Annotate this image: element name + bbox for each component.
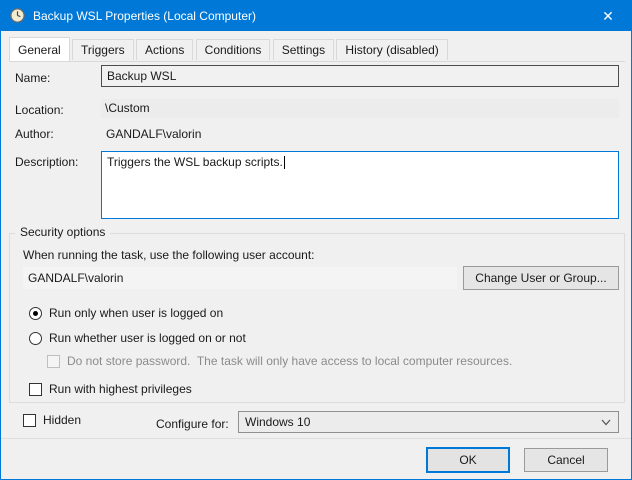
name-input[interactable]: Backup WSL — [101, 65, 619, 87]
radio-run-logged-on[interactable]: Run only when user is logged on — [29, 306, 223, 320]
tab-actions[interactable]: Actions — [136, 39, 193, 60]
tab-general[interactable]: General — [9, 37, 70, 61]
task-scheduler-clock-icon — [10, 8, 25, 23]
checkbox-disabled-icon — [47, 355, 60, 368]
footer-separator — [1, 438, 632, 439]
checkbox-highest-privileges[interactable]: Run with highest privileges — [29, 382, 192, 396]
task-properties-dialog: Backup WSL Properties (Local Computer) ✕… — [0, 0, 632, 480]
ok-button[interactable]: OK — [426, 447, 510, 473]
user-account-field: GANDALF\valorin — [23, 267, 457, 289]
tab-history[interactable]: History (disabled) — [336, 39, 447, 60]
checkbox-hidden[interactable]: Hidden — [23, 413, 81, 427]
checkbox-icon[interactable] — [29, 383, 42, 396]
checkbox-icon[interactable] — [23, 414, 36, 427]
window-title: Backup WSL Properties (Local Computer) — [33, 1, 256, 31]
configure-for-dropdown[interactable]: Windows 10 — [238, 411, 619, 433]
name-label: Name: — [15, 71, 50, 85]
security-options-title: Security options — [15, 225, 110, 239]
author-label: Author: — [15, 127, 54, 141]
description-text: Triggers the WSL backup scripts. — [107, 155, 283, 169]
radio-unselected-icon[interactable] — [29, 332, 42, 345]
tab-triggers[interactable]: Triggers — [72, 39, 134, 60]
change-user-button[interactable]: Change User or Group... — [463, 266, 619, 290]
chevron-down-icon — [601, 419, 611, 426]
checkbox-no-password: Do not store password. The task will onl… — [47, 354, 512, 368]
tab-settings[interactable]: Settings — [273, 39, 334, 60]
location-value: \Custom — [101, 99, 619, 118]
tab-conditions[interactable]: Conditions — [196, 39, 271, 60]
author-value: GANDALF\valorin — [106, 127, 201, 141]
tab-strip: General Triggers Actions Conditions Sett… — [9, 37, 625, 62]
configure-for-label: Configure for: — [156, 417, 229, 431]
text-caret — [284, 156, 285, 169]
cancel-button[interactable]: Cancel — [524, 448, 608, 472]
account-hint-label: When running the task, use the following… — [23, 248, 315, 262]
close-icon[interactable]: ✕ — [585, 1, 631, 31]
radio-selected-icon[interactable] — [29, 307, 42, 320]
location-label: Location: — [15, 103, 64, 117]
radio-run-whether[interactable]: Run whether user is logged on or not — [29, 331, 246, 345]
titlebar[interactable]: Backup WSL Properties (Local Computer) ✕ — [1, 1, 631, 31]
description-label: Description: — [15, 155, 78, 169]
description-input[interactable]: Triggers the WSL backup scripts. — [101, 151, 619, 219]
